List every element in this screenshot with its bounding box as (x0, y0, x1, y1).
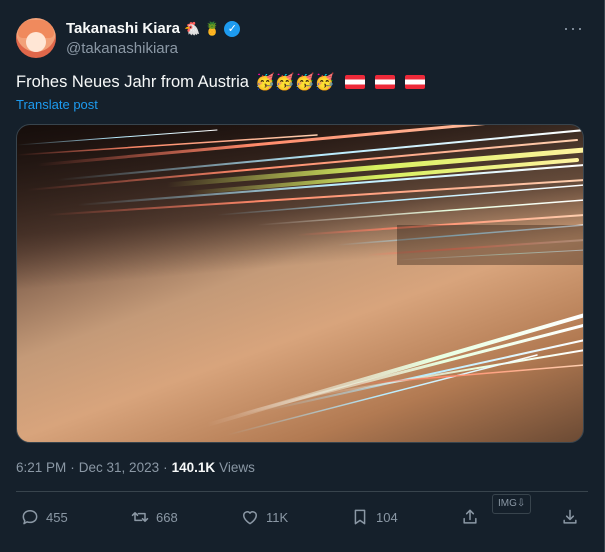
chicken-emoji-icon: 🐔 (183, 20, 201, 36)
reply-button[interactable]: 455 (20, 503, 68, 531)
bookmark-icon (354, 509, 366, 525)
like-count: 11K (266, 509, 289, 525)
austria-flag-icon (344, 75, 365, 89)
share-button[interactable] (460, 503, 480, 531)
austria-flag-icon (374, 75, 395, 89)
download-icon (563, 509, 577, 524)
verified-badge-icon[interactable]: ✓ (224, 20, 241, 37)
author-display-name[interactable]: Takanashi Kiara (66, 20, 180, 37)
meta-separator: · (70, 460, 75, 475)
repost-button[interactable]: 668 (130, 503, 178, 531)
views-count: 140.1K (171, 460, 216, 475)
reply-count: 455 (46, 509, 68, 525)
download-button[interactable] (560, 503, 580, 531)
tweet-date[interactable]: Dec 31, 2023 (79, 460, 159, 475)
tweet-time[interactable]: 6:21 PM (16, 460, 66, 475)
reply-icon (22, 510, 38, 525)
tweet-metadata: 6:21 PM · Dec 31, 2023 · 140.1K Views (16, 460, 255, 475)
meta-separator: · (163, 460, 168, 475)
repost-count: 668 (156, 509, 178, 525)
bookmark-button[interactable]: 104 (350, 503, 398, 531)
actions-divider (16, 491, 588, 492)
bookmark-count: 104 (376, 509, 398, 525)
like-button[interactable]: 11K (240, 503, 288, 531)
repost-icon (131, 512, 149, 522)
austria-flag-icon (404, 75, 425, 89)
photo-light-streaks (17, 125, 583, 436)
tweet-actions-bar: 455 668 11K 104 (16, 503, 588, 531)
pineapple-emoji-icon: 🍍 (204, 20, 221, 36)
author-handle[interactable]: @takanashikiara (66, 40, 178, 57)
party-face-emoji-icon: 🥳🥳🥳🥳 (254, 74, 335, 91)
share-icon (463, 509, 477, 524)
author-name-row[interactable]: Takanashi Kiara 🐔 🍍 ✓ (66, 20, 241, 37)
heart-icon (243, 511, 257, 525)
more-options-icon[interactable]: ··· (563, 18, 584, 39)
tweet-text: Frohes Neues Jahr from Austria 🥳🥳🥳🥳 (16, 72, 425, 92)
tweet-card: Takanashi Kiara 🐔 🍍 ✓ @takanashikiara ··… (0, 0, 605, 552)
tweet-photo[interactable] (16, 124, 584, 443)
avatar-face (26, 32, 46, 52)
translate-post-link[interactable]: Translate post (16, 97, 98, 112)
tweet-body: Frohes Neues Jahr from Austria (16, 72, 249, 91)
author-avatar[interactable] (16, 18, 56, 58)
views-label: Views (219, 460, 255, 475)
